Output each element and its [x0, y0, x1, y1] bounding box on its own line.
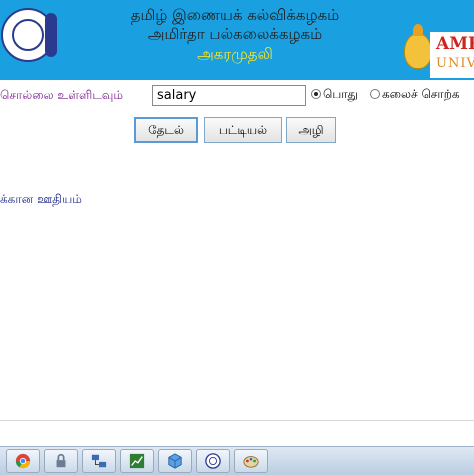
network-icon — [91, 454, 107, 468]
banner-title-university: அமிர்தா பல்கலைக்கழகம் — [147, 25, 323, 43]
search-button[interactable]: தேடல் — [134, 117, 198, 143]
result-link[interactable]: க்கான ஊதியம் — [0, 192, 82, 208]
lock-icon — [56, 453, 66, 468]
content-divider — [0, 420, 474, 421]
list-button[interactable]: பட்டியல் — [204, 117, 282, 143]
taskbar-paint[interactable] — [234, 449, 268, 473]
banner-title-dictionary: அகரமுதலி — [197, 45, 273, 63]
taskbar-chrome[interactable] — [6, 449, 40, 473]
chrome-icon — [15, 453, 31, 469]
amrita-emblem-icon — [404, 24, 432, 69]
seal-icon — [205, 453, 221, 469]
radio-technical-terms-label[interactable]: கலைச் சொற்க — [382, 87, 460, 103]
banner-titles: தமிழ் இணையக் கல்விக்கழகம் அமிர்தா பல்கலை… — [60, 6, 410, 65]
header-banner: தமிழ் இணையக் கல்விக்கழகம் அமிர்தா பல்கலை… — [0, 0, 474, 80]
banner-title-academy: தமிழ் இணையக் கல்விக்கழகம் — [130, 6, 340, 24]
paint-icon — [243, 456, 259, 468]
taskbar — [0, 446, 474, 475]
chart-icon — [129, 453, 145, 469]
radio-general[interactable] — [311, 89, 321, 99]
search-row: சொல்லை உள்ளிடவும் பொது கலைச் சொற்க — [0, 84, 474, 108]
brand-subtitle: UNIV — [436, 56, 474, 71]
radio-technical-terms[interactable] — [370, 89, 380, 99]
brand-name: AMR — [436, 34, 474, 54]
cube-icon — [168, 453, 182, 469]
clear-button[interactable]: அழி — [286, 117, 336, 143]
taskbar-seal[interactable] — [196, 449, 230, 473]
university-seal-left-icon — [1, 8, 57, 62]
taskbar-security[interactable] — [44, 449, 78, 473]
radio-general-label[interactable]: பொது — [323, 87, 358, 103]
taskbar-network[interactable] — [82, 449, 116, 473]
search-input[interactable] — [152, 85, 306, 106]
search-label: சொல்லை உள்ளிடவும் — [0, 88, 124, 102]
taskbar-chart[interactable] — [120, 449, 154, 473]
taskbar-cube[interactable] — [158, 449, 192, 473]
